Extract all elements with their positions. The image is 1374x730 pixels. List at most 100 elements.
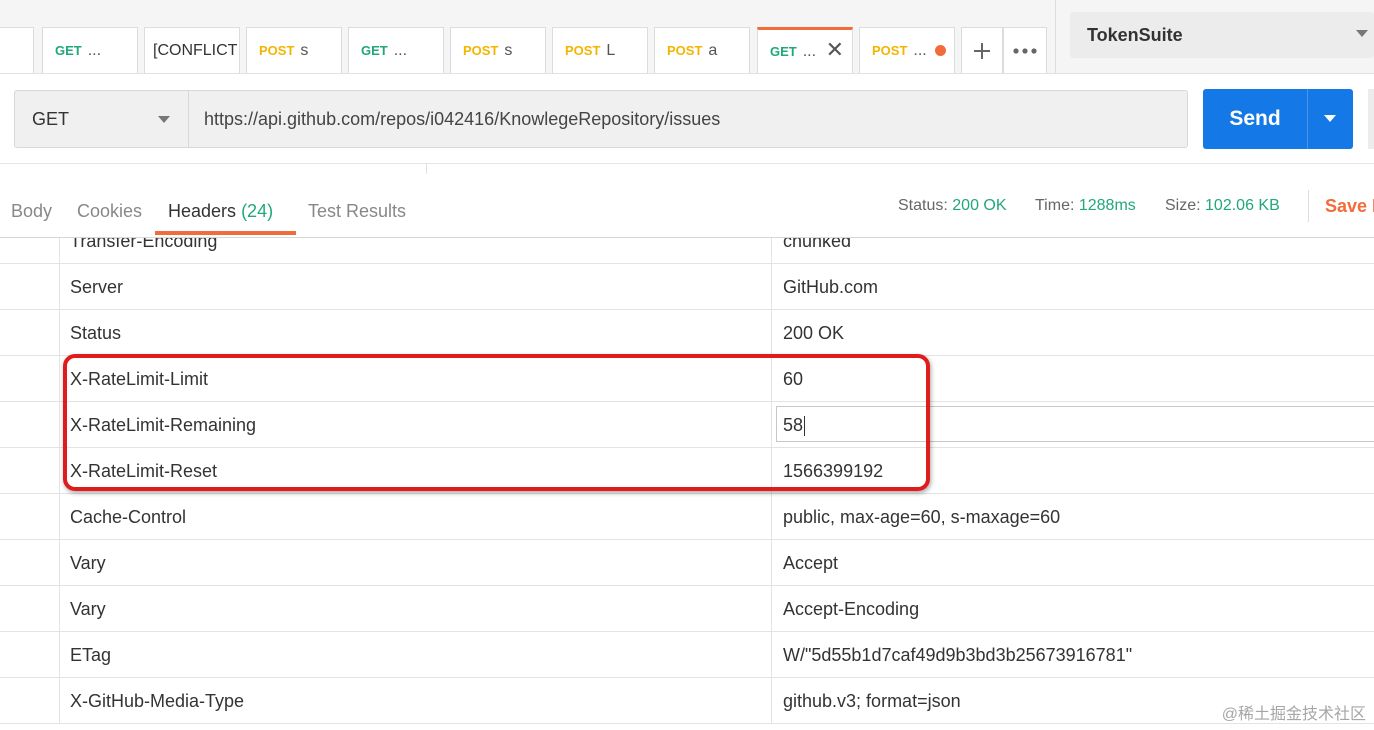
- active-tab-indicator: [155, 231, 296, 235]
- table-row: Status 200 OK: [0, 310, 1374, 356]
- row-checkbox-cell: [0, 402, 60, 448]
- size-value: 102.06 KB: [1205, 197, 1280, 214]
- header-value-text: chunked: [783, 238, 852, 251]
- send-options-button[interactable]: [1307, 89, 1353, 149]
- header-value: GitHub.com: [783, 264, 878, 310]
- header-value-text: GitHub.com: [783, 277, 879, 297]
- chevron-down-icon: [1324, 115, 1336, 122]
- environment-select[interactable]: TokenSuite: [1070, 12, 1374, 58]
- highlight-annotation: [63, 354, 930, 491]
- tab-headers[interactable]: Headers (24): [168, 201, 273, 222]
- header-value: public, max-age=60, s-maxage=60: [783, 494, 1060, 540]
- more-tabs-button[interactable]: [1003, 27, 1047, 73]
- request-bar: GET https://api.github.com/repos/i042416…: [0, 74, 1374, 175]
- request-tab[interactable]: [CONFLICT: [144, 27, 240, 73]
- table-row: Server GitHub.com: [0, 264, 1374, 310]
- header-value-text: 200 OK: [783, 323, 845, 343]
- header-value-text: W/"5d55b1d7caf49d9b3bd3b25673916781": [783, 645, 1133, 665]
- tab-name: ...: [393, 41, 408, 59]
- column-divider: [771, 494, 772, 540]
- environment-label: TokenSuite: [1087, 24, 1183, 45]
- tab-test-results[interactable]: Test Results: [308, 201, 406, 222]
- request-tab[interactable]: POST ...: [859, 27, 955, 73]
- request-tab[interactable]: GET ...: [42, 27, 138, 73]
- tab-name: a: [708, 41, 718, 59]
- save-response-button[interactable]: Save R: [1325, 196, 1374, 217]
- table-row: Transfer-Encoding chunked: [0, 238, 1374, 264]
- tab-method: GET: [55, 43, 82, 58]
- row-checkbox-cell: [0, 586, 60, 632]
- header-key: Vary: [70, 553, 106, 573]
- row-checkbox-cell: [0, 632, 60, 678]
- request-tab-strip: GET ... [CONFLICT POST s GET ... POST s …: [0, 0, 1374, 74]
- table-row: Cache-Control public, max-age=60, s-maxag…: [0, 494, 1374, 540]
- tab-method: POST: [872, 43, 908, 58]
- request-tab[interactable]: POST s: [450, 27, 546, 73]
- tab-method: POST: [259, 43, 295, 58]
- tab-name: ...: [802, 42, 817, 60]
- response-tabs: Body Cookies Headers (24) Test Results S…: [0, 174, 1374, 238]
- close-icon[interactable]: ✕: [826, 39, 844, 61]
- divider: [1055, 0, 1056, 74]
- tab-name: [CONFLICT: [153, 41, 238, 59]
- request-tab[interactable]: POST a: [654, 27, 750, 73]
- header-key: X-GitHub-Media-Type: [70, 691, 245, 711]
- table-row: Vary Accept: [0, 540, 1374, 586]
- header-key: Cache-Control: [70, 507, 187, 527]
- request-tab[interactable]: GET ...: [348, 27, 444, 73]
- tab-method: GET: [770, 44, 797, 59]
- header-value: Accept: [783, 540, 838, 586]
- row-checkbox-cell: [0, 494, 60, 540]
- save-button[interactable]: [1368, 89, 1374, 149]
- send-button[interactable]: Send: [1203, 89, 1307, 149]
- header-value-text: Accept-Encoding: [783, 599, 920, 619]
- header-key: Transfer-Encoding: [70, 238, 218, 251]
- row-checkbox-cell: [0, 238, 60, 264]
- header-value: Accept-Encoding: [783, 586, 919, 632]
- send-label: Send: [1229, 107, 1281, 130]
- table-row: X-GitHub-Media-Type github.v3; format=jso…: [0, 678, 1374, 724]
- status-value: 200 OK: [952, 197, 1007, 214]
- header-key: Server: [70, 277, 124, 297]
- response-time: Time: 1288ms: [1035, 197, 1136, 215]
- header-value: W/"5d55b1d7caf49d9b3bd3b25673916781": [783, 632, 1132, 678]
- request-tab[interactable]: [0, 27, 34, 73]
- header-value: github.v3; format=json: [783, 678, 961, 724]
- header-key: Vary: [70, 599, 106, 619]
- method-select[interactable]: GET: [14, 90, 189, 148]
- header-value: chunked: [783, 238, 851, 264]
- row-checkbox-cell: [0, 310, 60, 356]
- time-value: 1288ms: [1078, 197, 1136, 214]
- divider: [1308, 190, 1309, 222]
- tab-name: ...: [913, 41, 927, 59]
- column-divider: [771, 632, 772, 678]
- table-row: Vary Accept-Encoding: [0, 586, 1374, 632]
- column-divider: [771, 586, 772, 632]
- response-size: Size: 102.06 KB: [1165, 197, 1280, 215]
- tab-name: s: [504, 41, 513, 59]
- row-checkbox-cell: [0, 264, 60, 310]
- table-row: ETag W/"5d55b1d7caf49d9b3bd3b25673916781": [0, 632, 1374, 678]
- plus-icon: [974, 42, 990, 59]
- tab-name: s: [300, 41, 309, 59]
- url-input[interactable]: https://api.github.com/repos/i042416/Kno…: [189, 90, 1188, 148]
- request-tab[interactable]: POST s: [246, 27, 342, 73]
- column-divider: [771, 678, 772, 724]
- tab-method: POST: [667, 43, 703, 58]
- column-divider: [771, 264, 772, 310]
- request-tab[interactable]: POST L: [552, 27, 648, 73]
- header-value: 200 OK: [783, 310, 844, 356]
- column-divider: [771, 238, 772, 264]
- unsaved-dot-icon: [935, 45, 946, 56]
- status-label: Status:: [898, 197, 948, 214]
- tab-cookies[interactable]: Cookies: [77, 201, 142, 222]
- new-tab-button[interactable]: [961, 27, 1003, 73]
- tab-method: POST: [565, 43, 601, 58]
- header-key: Status: [70, 323, 122, 343]
- tab-headers-label: Headers: [168, 201, 237, 221]
- row-checkbox-cell: [0, 678, 60, 724]
- request-tab-active[interactable]: GET ... ✕: [757, 27, 853, 73]
- header-value-text: Accept: [783, 553, 839, 573]
- tab-body[interactable]: Body: [11, 201, 52, 222]
- divider: [0, 163, 1374, 164]
